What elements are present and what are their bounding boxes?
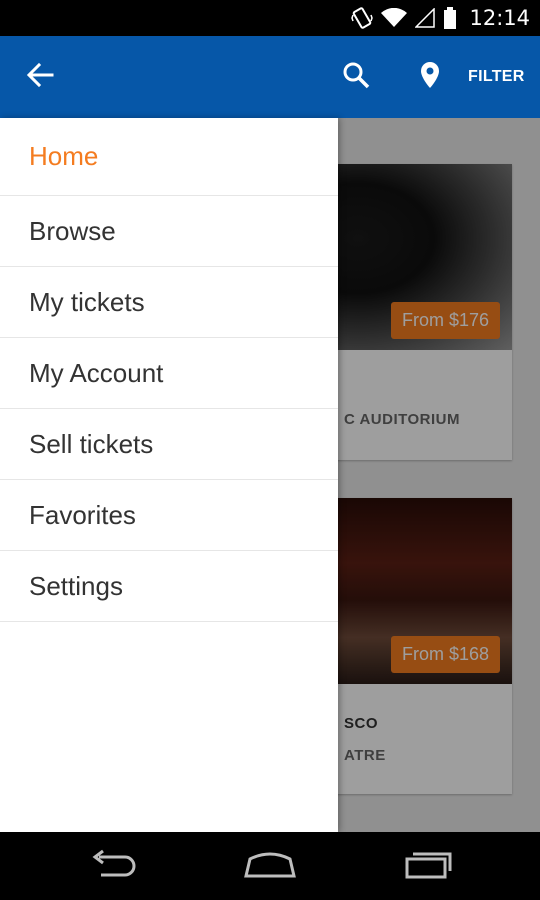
back-arrow-icon [26,61,54,94]
back-button[interactable] [20,57,60,97]
system-nav-bar [0,832,540,900]
drawer-item-label: Home [29,141,99,171]
nav-home-button[interactable] [240,844,300,888]
location-button[interactable] [410,57,450,97]
drawer-item-label: Sell tickets [29,428,154,459]
vibrate-icon [351,6,374,30]
drawer-item-settings[interactable]: Settings [0,551,338,622]
nav-recent-apps-button[interactable] [398,844,458,888]
drawer-item-browse[interactable]: Browse [0,196,338,267]
drawer-item-label: Favorites [29,499,136,530]
status-bar: 12:14 [0,0,540,36]
search-icon [342,61,370,94]
filter-button[interactable]: FILTER [468,64,525,90]
nav-recent-apps-icon [403,849,453,884]
drawer-item-label: Settings [29,570,123,601]
drawer-item-sell-tickets[interactable]: Sell tickets [0,409,338,480]
nav-back-icon [87,849,137,884]
wifi-icon [381,8,408,28]
drawer-item-label: My Account [29,357,164,388]
location-pin-icon [419,61,441,94]
nav-back-button[interactable] [82,844,142,888]
drawer-item-label: My tickets [29,286,145,317]
drawer-item-home[interactable]: Home [0,118,338,196]
battery-icon [443,7,457,29]
app-bar: FILTER [0,36,540,118]
navigation-drawer: Home Browse My tickets My Account Sell t… [0,118,338,832]
status-icons: 12:14 [351,0,530,36]
signal-icon [415,8,436,28]
drawer-item-label: Browse [29,215,116,246]
drawer-item-my-tickets[interactable]: My tickets [0,267,338,338]
status-time: 12:14 [469,6,530,30]
search-button[interactable] [336,57,376,97]
nav-home-icon [242,849,298,884]
drawer-item-my-account[interactable]: My Account [0,338,338,409]
drawer-item-favorites[interactable]: Favorites [0,480,338,551]
